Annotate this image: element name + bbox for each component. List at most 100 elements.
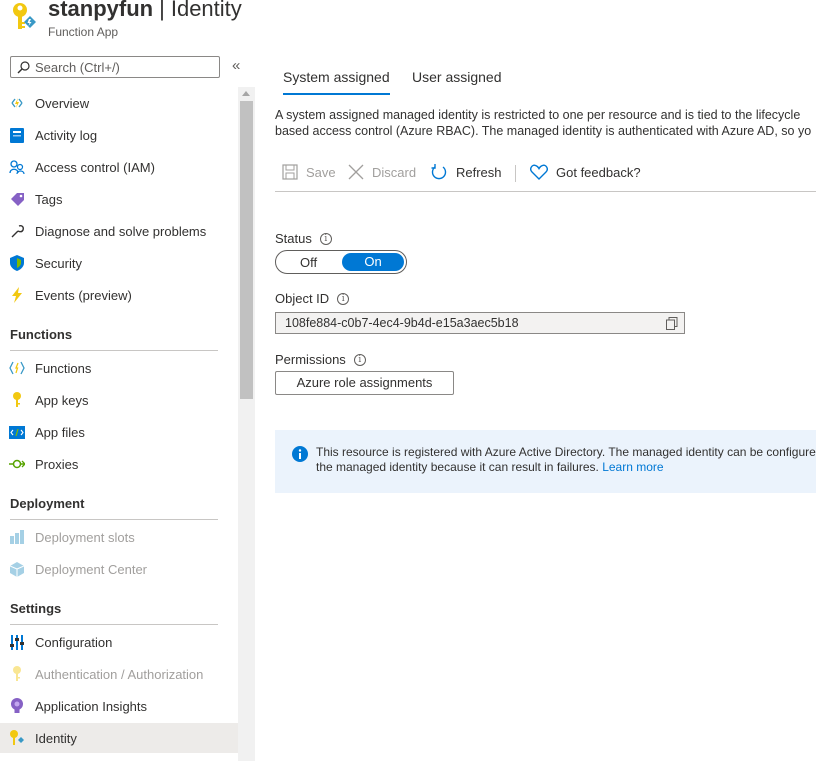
sidebar-item-label: Deployment slots (35, 529, 135, 545)
object-id-value: 108fe884-c0b7-4ec4-9b4d-e15a3aec5b18 (285, 316, 519, 330)
sidebar-item-label: App files (35, 424, 85, 440)
deployment-slots-icon (9, 529, 25, 545)
sidebar-item-label: Access control (IAM) (35, 159, 155, 175)
shield-icon (9, 255, 25, 271)
heart-icon (530, 164, 548, 180)
resource-name: stanpyfun (48, 0, 154, 21)
search-icon (17, 60, 30, 73)
info-icon[interactable]: i (353, 353, 366, 366)
sidebar-item-access-control[interactable]: Access control (IAM) (0, 152, 238, 182)
sliders-icon (9, 634, 25, 650)
sidebar-item-overview[interactable]: Overview (0, 88, 238, 118)
sidebar-item-app-keys[interactable]: App keys (0, 385, 238, 415)
sidebar-item-application-insights[interactable]: Application Insights (0, 691, 238, 721)
tab-user-assigned[interactable]: User assigned (412, 69, 502, 85)
azure-role-assignments-button[interactable]: Azure role assignments (275, 371, 454, 395)
sidebar-item-label: Diagnose and solve problems (35, 223, 207, 239)
permissions-label: Permissions i (275, 352, 366, 367)
save-icon (282, 164, 298, 180)
feedback-button[interactable]: Got feedback? (530, 164, 641, 180)
people-icon (9, 159, 25, 175)
sidebar-item-configuration[interactable]: Configuration (0, 627, 238, 657)
sidebar-item-label: Authentication / Authorization (35, 666, 204, 682)
sidebar-item-identity[interactable]: Identity (0, 723, 238, 753)
permissions-label-text: Permissions (275, 352, 346, 367)
lightbulb-icon (9, 698, 25, 714)
key-icon (9, 666, 25, 682)
sidebar-item-label: Proxies (35, 456, 79, 472)
activity-log-icon (9, 127, 25, 143)
copy-icon[interactable] (666, 317, 678, 330)
refresh-button[interactable]: Refresh (431, 164, 502, 181)
sidebar-item-proxies[interactable]: Proxies (0, 449, 238, 479)
object-id-field[interactable]: 108fe884-c0b7-4ec4-9b4d-e15a3aec5b18 (275, 312, 685, 334)
close-icon (348, 164, 364, 180)
description-line: based access control (Azure RBAC). The m… (275, 124, 812, 138)
discard-button[interactable]: Discard (348, 164, 416, 180)
sidebar-item-label: Application Insights (35, 698, 148, 714)
tag-icon (9, 191, 25, 207)
wrench-icon (9, 223, 25, 239)
sidebar-item-label: Activity log (35, 127, 98, 143)
object-id-label-text: Object ID (275, 291, 330, 306)
object-id-label: Object ID i (275, 291, 350, 306)
sidebar-item-deployment-slots[interactable]: Deployment slots (0, 522, 238, 552)
description: A system assigned managed identity is re… (275, 107, 816, 139)
banner-message: This resource is registered with Azure A… (316, 445, 816, 475)
blade-name: Identity (170, 0, 242, 21)
sidebar-item-label: Deployment Center (35, 561, 147, 577)
function-bolt-icon (9, 95, 25, 111)
section-settings: Settings (10, 601, 62, 616)
tab-system-assigned[interactable]: System assigned (283, 69, 390, 95)
section-functions: Functions (10, 327, 73, 342)
info-banner: This resource is registered with Azure A… (275, 430, 816, 493)
toggle-off-option[interactable]: Off (300, 255, 317, 270)
sidebar-item-events[interactable]: Events (preview) (0, 280, 238, 310)
search-input[interactable]: Search (Ctrl+/) (10, 56, 220, 78)
banner-line-text: the managed identity because it can resu… (316, 460, 599, 474)
save-label: Save (306, 164, 336, 180)
proxy-icon (9, 456, 25, 472)
info-icon[interactable]: i (319, 232, 332, 245)
section-deployment: Deployment (10, 496, 85, 511)
resource-type: Function App (48, 25, 119, 39)
scroll-up-arrow[interactable] (242, 91, 250, 96)
learn-more-link[interactable]: Learn more (602, 460, 663, 474)
sidebar-item-activity-log[interactable]: Activity log (0, 120, 238, 150)
identity-tabs: System assigned (283, 69, 414, 95)
info-circle-icon (292, 446, 308, 462)
sidebar-item-label: Identity (35, 730, 77, 746)
save-button[interactable]: Save (282, 164, 336, 180)
section-divider (10, 624, 218, 625)
collapse-sidebar-button[interactable]: « (232, 57, 240, 74)
toggle-on-option[interactable]: On (342, 253, 404, 271)
sidebar-item-label: Overview (35, 95, 90, 111)
sidebar-scrollbar[interactable] (238, 87, 255, 761)
sidebar-item-functions[interactable]: Functions (0, 353, 238, 383)
sidebar-item-deployment-center[interactable]: Deployment Center (0, 554, 238, 584)
sidebar-item-authentication[interactable]: Authentication / Authorization (0, 659, 238, 689)
status-toggle[interactable]: Off On (275, 250, 407, 274)
refresh-icon (431, 164, 447, 180)
info-icon[interactable]: i (337, 292, 350, 305)
feedback-label: Got feedback? (556, 164, 641, 180)
discard-label: Discard (372, 164, 417, 180)
banner-line: This resource is registered with Azure A… (316, 445, 816, 459)
command-bar: Save Discard Refresh Got feedback? (275, 160, 816, 192)
sidebar-item-label: Events (preview) (35, 287, 132, 303)
sidebar-item-app-files[interactable]: App files (0, 417, 238, 447)
status-label-text: Status (275, 231, 312, 246)
sidebar-item-diagnose[interactable]: Diagnose and solve problems (0, 216, 238, 246)
identity-key-icon (9, 730, 25, 746)
sidebar-item-label: Tags (35, 191, 63, 207)
sidebar-item-tags[interactable]: Tags (0, 184, 238, 214)
sidebar-item-label: Functions (35, 360, 92, 376)
sidebar-item-label: Security (35, 255, 82, 271)
description-line: A system assigned managed identity is re… (275, 108, 801, 122)
search-placeholder: Search (Ctrl+/) (35, 59, 120, 75)
sidebar-item-security[interactable]: Security (0, 248, 238, 278)
page-title: stanpyfun | Identity (48, 0, 242, 22)
section-divider (10, 519, 218, 520)
cube-icon (9, 561, 25, 577)
scroll-thumb[interactable] (240, 101, 253, 399)
